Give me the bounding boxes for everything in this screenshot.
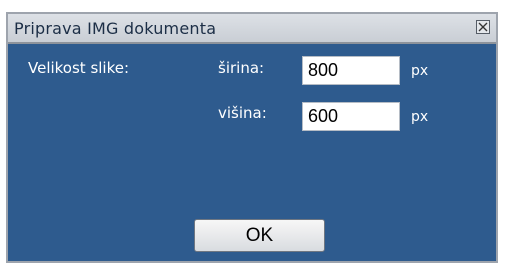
image-settings-dialog: Priprava IMG dokumenta Velikost slike: š… bbox=[6, 12, 498, 263]
close-icon bbox=[478, 22, 488, 32]
height-label: višina: bbox=[218, 104, 267, 122]
width-unit: px bbox=[411, 63, 429, 79]
ok-button[interactable]: OK bbox=[194, 219, 325, 252]
dialog-title: Priprava IMG dokumenta bbox=[14, 19, 217, 38]
width-label: širina: bbox=[218, 59, 265, 77]
width-input[interactable]: 800 bbox=[302, 56, 400, 85]
height-input[interactable]: 600 bbox=[302, 102, 400, 131]
dialog-titlebar[interactable]: Priprava IMG dokumenta bbox=[8, 14, 496, 44]
close-button[interactable] bbox=[476, 20, 490, 34]
image-size-label: Velikost slike: bbox=[28, 59, 130, 77]
height-unit: px bbox=[411, 109, 429, 125]
